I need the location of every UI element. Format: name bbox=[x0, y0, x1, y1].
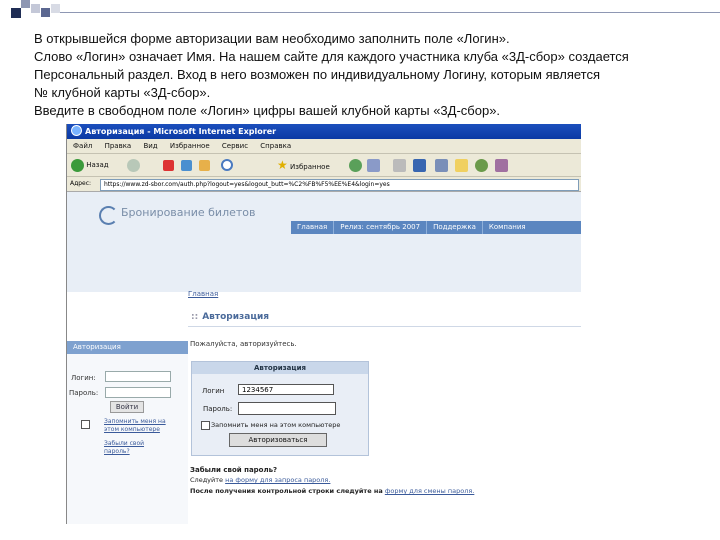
sidebar-remember-checkbox[interactable] bbox=[81, 420, 90, 429]
search-button[interactable] bbox=[221, 158, 233, 172]
sidebar-header: Авторизация bbox=[67, 341, 188, 354]
forward-arrow-icon bbox=[127, 158, 140, 172]
back-button[interactable]: Назад bbox=[71, 158, 109, 172]
address-bar: Адрес: https://www.zd-sbor.com/auth.php?… bbox=[67, 177, 581, 192]
messenger-icon bbox=[475, 158, 488, 172]
favorites-button[interactable]: ★ Избранное bbox=[277, 158, 330, 172]
sidebar-login-input[interactable] bbox=[105, 371, 171, 382]
nav-home[interactable]: Главная bbox=[291, 221, 333, 234]
menu-file[interactable]: Файл bbox=[73, 142, 92, 150]
home-button[interactable] bbox=[199, 158, 210, 172]
ie-icon bbox=[71, 125, 82, 136]
slide-decor-square bbox=[11, 8, 21, 18]
search-icon bbox=[221, 159, 233, 171]
site-header: Бронирование билетов Главная Релиз: сентя… bbox=[67, 192, 581, 292]
slide-decor-square bbox=[51, 4, 60, 13]
nav-company[interactable]: Компания bbox=[481, 221, 532, 234]
page-title-text: Авторизация bbox=[202, 312, 270, 322]
print-icon bbox=[393, 158, 406, 172]
word-icon bbox=[413, 158, 426, 172]
nav-release[interactable]: Релиз: сентябрь 2007 bbox=[333, 221, 426, 234]
messenger-button[interactable] bbox=[475, 158, 488, 172]
slide-decor-square bbox=[41, 8, 50, 17]
intro-line: Персональный раздел. Вход в него возможе… bbox=[34, 67, 601, 82]
discuss-button[interactable] bbox=[435, 158, 448, 172]
forgot-line-2: После получения контрольной строки следу… bbox=[190, 487, 474, 495]
browser-menubar: Файл Правка Вид Избранное Сервис Справка bbox=[67, 139, 581, 154]
password-label: Пароль: bbox=[203, 405, 233, 413]
intro-line: В открывшейся форме авторизации вам необ… bbox=[34, 31, 510, 46]
nav-support[interactable]: Поддержка bbox=[426, 221, 482, 234]
breadcrumb[interactable]: Главная bbox=[188, 290, 218, 298]
stop-icon bbox=[163, 159, 174, 171]
intro-line: Введите в свободном поле «Логин» цифры в… bbox=[34, 103, 501, 118]
divider bbox=[188, 326, 581, 327]
logo-swirl-icon bbox=[99, 206, 118, 225]
history-icon bbox=[349, 158, 362, 172]
menu-favorites[interactable]: Избранное bbox=[170, 142, 210, 150]
forgot-line-1-text: Следуйте bbox=[190, 476, 224, 484]
discuss-icon bbox=[435, 158, 448, 172]
site-logo[interactable]: Бронирование билетов bbox=[121, 206, 256, 219]
sidebar-remember-label[interactable]: Запомнить меня на этом компьютере bbox=[104, 418, 174, 434]
history-button[interactable] bbox=[349, 158, 362, 172]
menu-view[interactable]: Вид bbox=[143, 142, 157, 150]
back-arrow-icon bbox=[71, 158, 84, 172]
home-icon bbox=[199, 159, 210, 171]
password-request-link[interactable]: на форму для запроса пароля. bbox=[225, 476, 330, 484]
slide-decor-square bbox=[31, 4, 40, 13]
remember-checkbox[interactable] bbox=[201, 421, 210, 430]
login-label: Логин bbox=[202, 387, 225, 395]
refresh-icon bbox=[181, 159, 192, 171]
slide-decor-line bbox=[60, 12, 720, 13]
folder-icon bbox=[455, 158, 468, 172]
mail-button[interactable] bbox=[367, 158, 380, 172]
please-text: Пожалуйста, авторизуйтесь. bbox=[190, 340, 297, 348]
sidebar-login-form: Логин: Пароль: Войти Запомнить меня на э… bbox=[67, 354, 188, 524]
mail-icon bbox=[367, 158, 380, 172]
back-label: Назад bbox=[86, 161, 109, 169]
login-box-header: Авторизация bbox=[192, 362, 368, 374]
menu-tools[interactable]: Сервис bbox=[222, 142, 248, 150]
slide-decor-square bbox=[21, 0, 30, 8]
sidebar-submit-button[interactable]: Войти bbox=[110, 401, 144, 413]
browser-titlebar: Авторизация - Microsoft Internet Explore… bbox=[67, 124, 581, 139]
login-box: Авторизация Логин 1234567 Пароль: Запомн… bbox=[191, 361, 369, 456]
site-nav: Главная Релиз: сентябрь 2007 Поддержка Комп… bbox=[291, 221, 581, 234]
menu-help[interactable]: Справка bbox=[260, 142, 291, 150]
authorize-button[interactable]: Авторизоваться bbox=[229, 433, 327, 447]
intro-text: В открывшейся форме авторизации вам необ… bbox=[34, 30, 714, 120]
print-button[interactable] bbox=[393, 158, 406, 172]
title-dots: :: bbox=[191, 312, 199, 322]
menu-edit[interactable]: Правка bbox=[105, 142, 132, 150]
refresh-button[interactable] bbox=[181, 158, 192, 172]
address-label: Адрес: bbox=[70, 180, 92, 187]
folder-button[interactable] bbox=[455, 158, 468, 172]
password-input[interactable] bbox=[238, 402, 336, 415]
forward-button[interactable] bbox=[127, 158, 140, 172]
edit-button[interactable] bbox=[413, 158, 426, 172]
intro-line: Слово «Логин» означает Имя. На нашем сай… bbox=[34, 49, 629, 64]
media-icon bbox=[495, 158, 508, 172]
login-input[interactable]: 1234567 bbox=[238, 384, 334, 395]
sidebar-password-label: Пароль: bbox=[69, 389, 99, 397]
address-input[interactable]: https://www.zd-sbor.com/auth.php?logout=… bbox=[100, 179, 579, 191]
browser-toolbar: Назад ★ Избранное bbox=[67, 154, 581, 177]
sidebar-login-label: Логин: bbox=[71, 374, 96, 382]
sidebar-password-input[interactable] bbox=[105, 387, 171, 398]
stop-button[interactable] bbox=[163, 158, 174, 172]
forgot-line-1: Следуйте на форму для запроса пароля. bbox=[190, 476, 330, 484]
star-icon: ★ bbox=[277, 158, 288, 172]
page-title: :: Авторизация bbox=[191, 312, 269, 322]
intro-line: № клубной карты «3Д-сбор». bbox=[34, 85, 211, 100]
window-title: Авторизация - Microsoft Internet Explore… bbox=[85, 127, 277, 136]
favorites-label: Избранное bbox=[290, 163, 330, 171]
forgot-heading: Забыли свой пароль? bbox=[190, 466, 278, 474]
sidebar-forgot-link[interactable]: Забыли свой пароль? bbox=[104, 440, 164, 456]
forgot-line-2-text: После получения контрольной строки следу… bbox=[190, 487, 383, 495]
remember-label: Запомнить меня на этом компьютере bbox=[211, 421, 341, 429]
media-button[interactable] bbox=[495, 158, 508, 172]
browser-screenshot: Авторизация - Microsoft Internet Explore… bbox=[66, 124, 581, 524]
password-change-link[interactable]: форму для смены пароля. bbox=[385, 487, 475, 495]
